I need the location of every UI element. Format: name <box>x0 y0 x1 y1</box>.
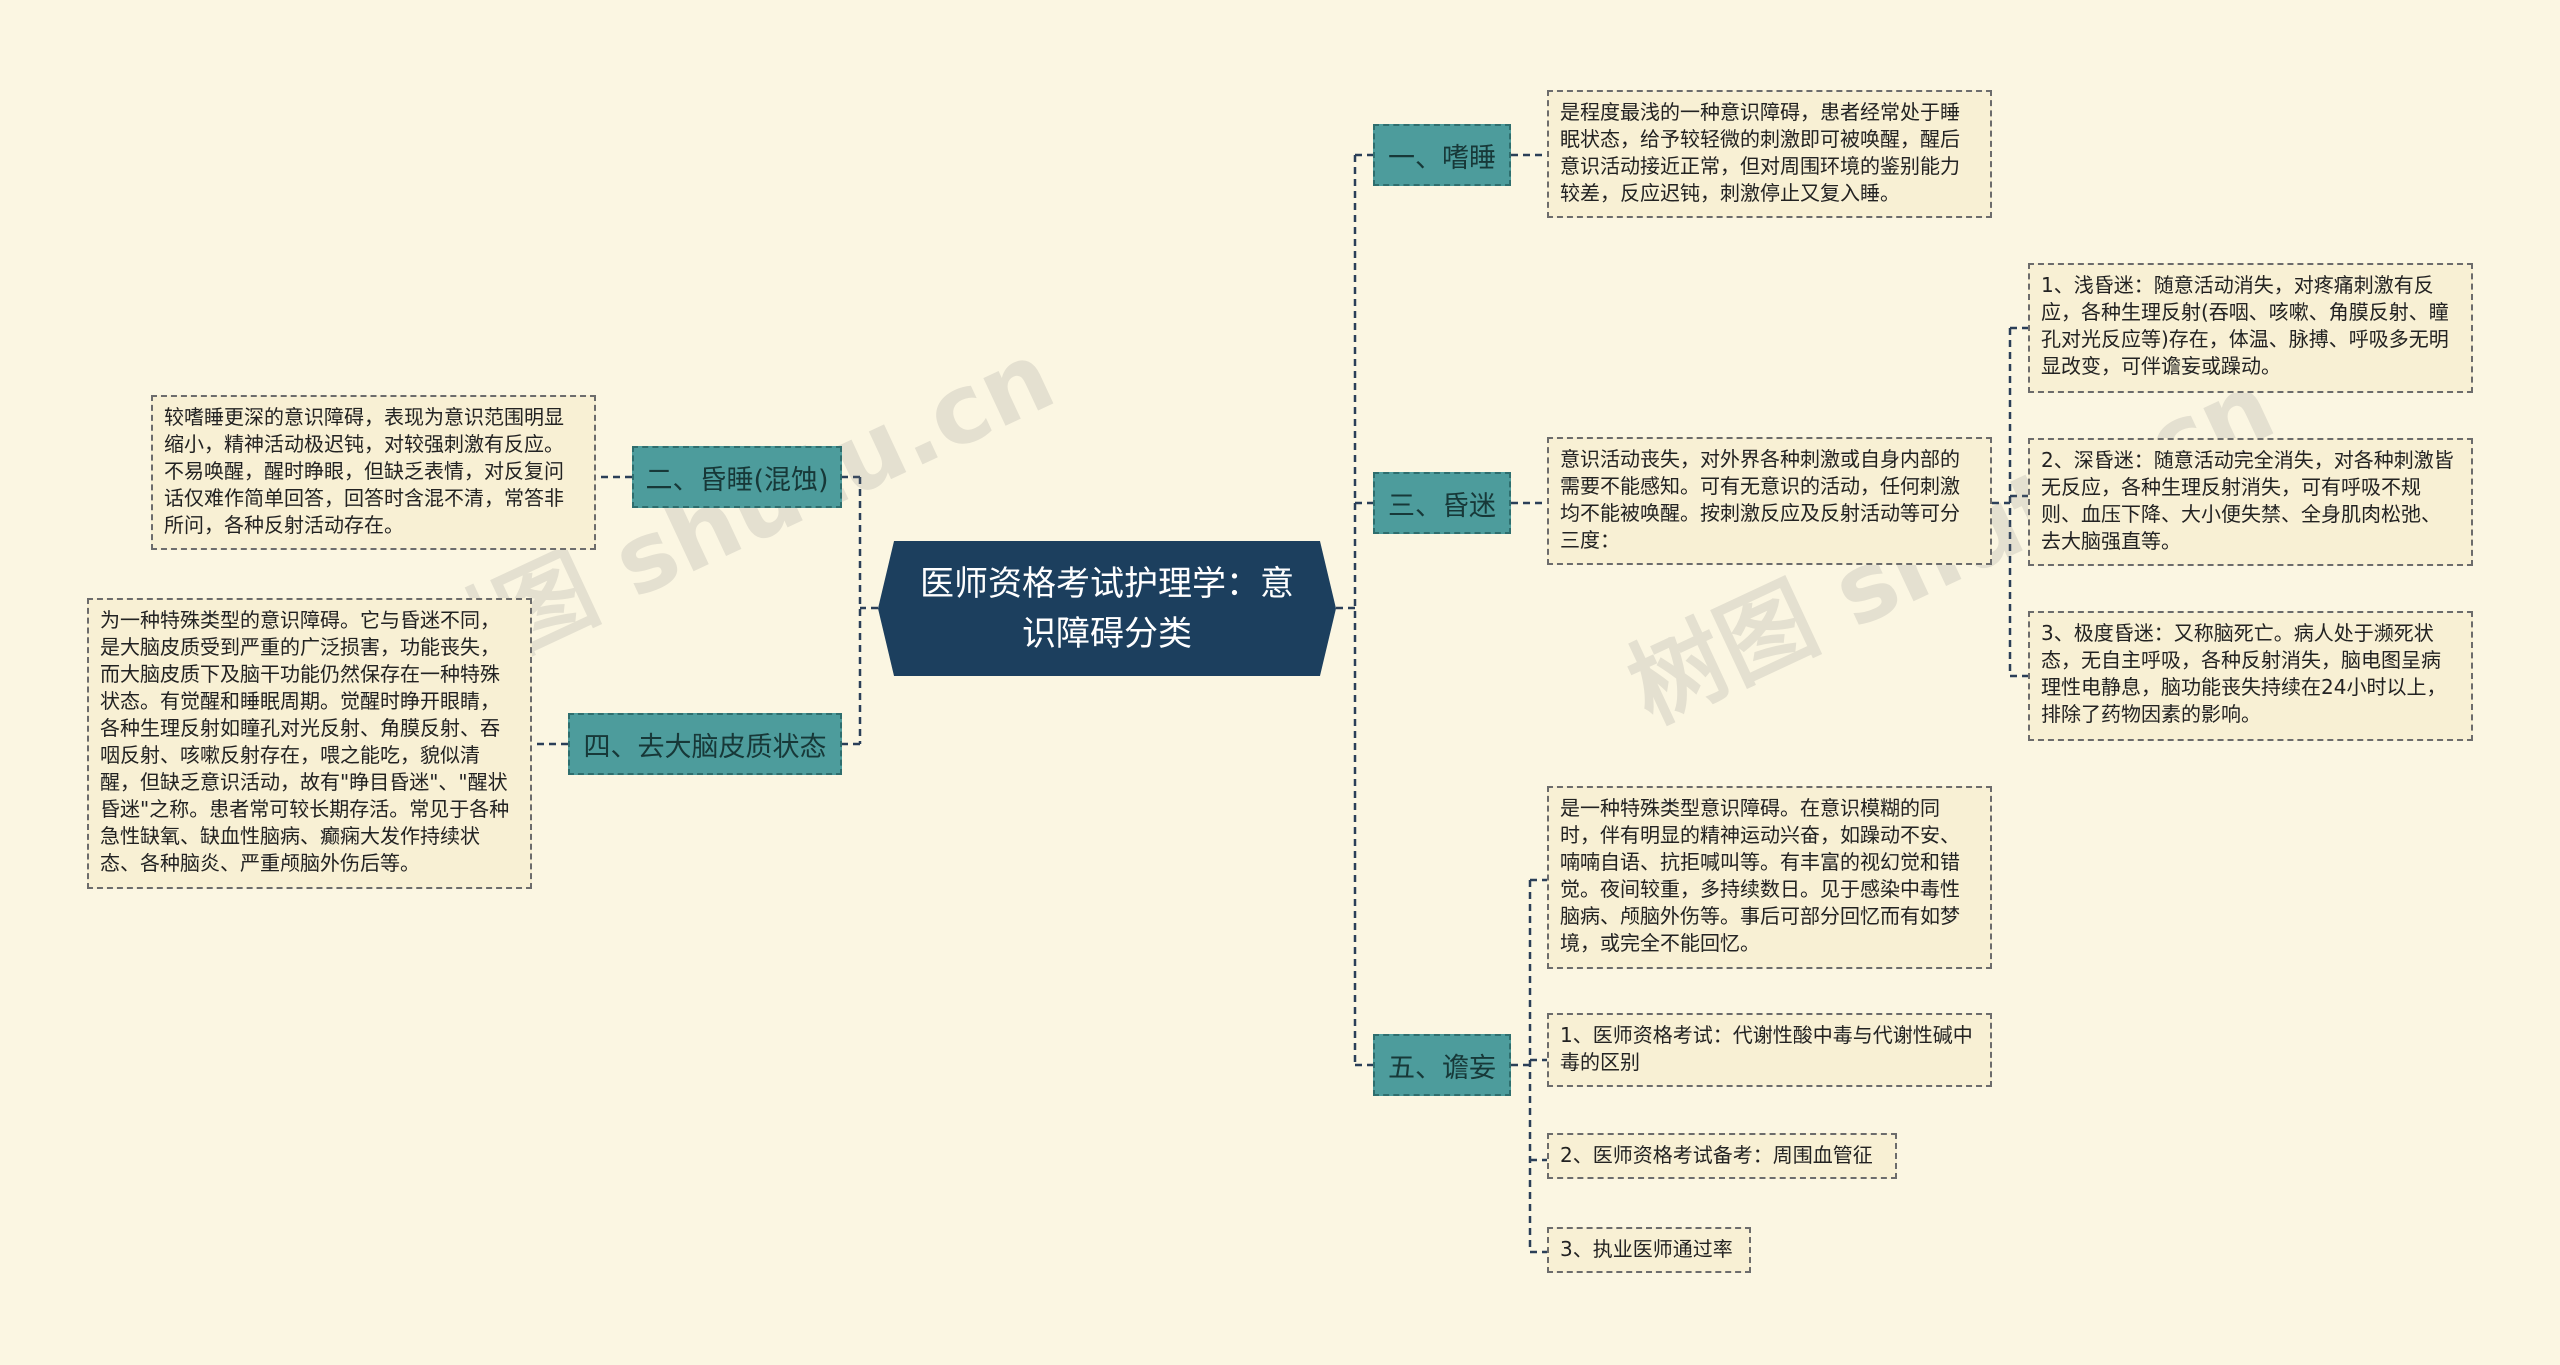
leaf-delirium-description: 是一种特殊类型意识障碍。在意识模糊的同时，伴有明显的精神运动兴奋，如躁动不安、喃… <box>1547 786 1992 969</box>
branch-stupor[interactable]: 二、昏睡(混蚀) <box>632 446 842 508</box>
leaf-stupor-description: 较嗜睡更深的意识障碍，表现为意识范围明显缩小，精神活动极迟钝，对较强刺激有反应。… <box>151 395 596 550</box>
leaf-light-coma: 1、浅昏迷：随意活动消失，对疼痛刺激有反应，各种生理反射(吞咽、咳嗽、角膜反射、… <box>2028 263 2473 393</box>
branch-lethargy[interactable]: 一、嗜睡 <box>1373 124 1511 186</box>
leaf-related-link-2[interactable]: 2、医师资格考试备考：周围血管征 <box>1547 1133 1897 1179</box>
connector-left-trunk <box>858 477 878 744</box>
connector-right-trunk <box>1336 155 1357 1065</box>
leaf-decorticate-description: 为一种特殊类型的意识障碍。它与昏迷不同，是大脑皮质受到严重的广泛损害，功能丧失，… <box>87 598 532 889</box>
connector-b3-sub <box>1992 326 2028 678</box>
leaf-related-link-1[interactable]: 1、医师资格考试：代谢性酸中毒与代谢性碱中毒的区别 <box>1547 1013 1992 1087</box>
central-topic[interactable]: 医师资格考试护理学：意识障碍分类 <box>878 541 1336 676</box>
leaf-deep-coma: 2、深昏迷：随意活动完全消失，对各种刺激皆无反应，各种生理反射消失，可有呼吸不规… <box>2028 438 2473 566</box>
branch-decorticate-state[interactable]: 四、去大脑皮质状态 <box>568 713 842 775</box>
branch-delirium[interactable]: 五、谵妄 <box>1373 1034 1511 1096</box>
leaf-coma-description: 意识活动丧失，对外界各种刺激或自身内部的需要不能感知。可有无意识的活动，任何刺激… <box>1547 437 1992 565</box>
leaf-extreme-coma: 3、极度昏迷：又称脑死亡。病人处于濒死状态，无自主呼吸，各种反射消失，脑电图呈病… <box>2028 611 2473 741</box>
branch-coma[interactable]: 三、昏迷 <box>1373 472 1511 534</box>
mind-map: 树图 shutu.cn 树图 shutu.cn 医师资格考试护理学：意识障碍分类… <box>0 0 2560 1365</box>
leaf-related-link-3[interactable]: 3、执业医师通过率 <box>1547 1227 1751 1273</box>
connector-b5-sub <box>1511 878 1547 1254</box>
leaf-lethargy-description: 是程度最浅的一种意识障碍，患者经常处于睡眠状态，给予较轻微的刺激即可被唤醒，醒后… <box>1547 90 1992 218</box>
